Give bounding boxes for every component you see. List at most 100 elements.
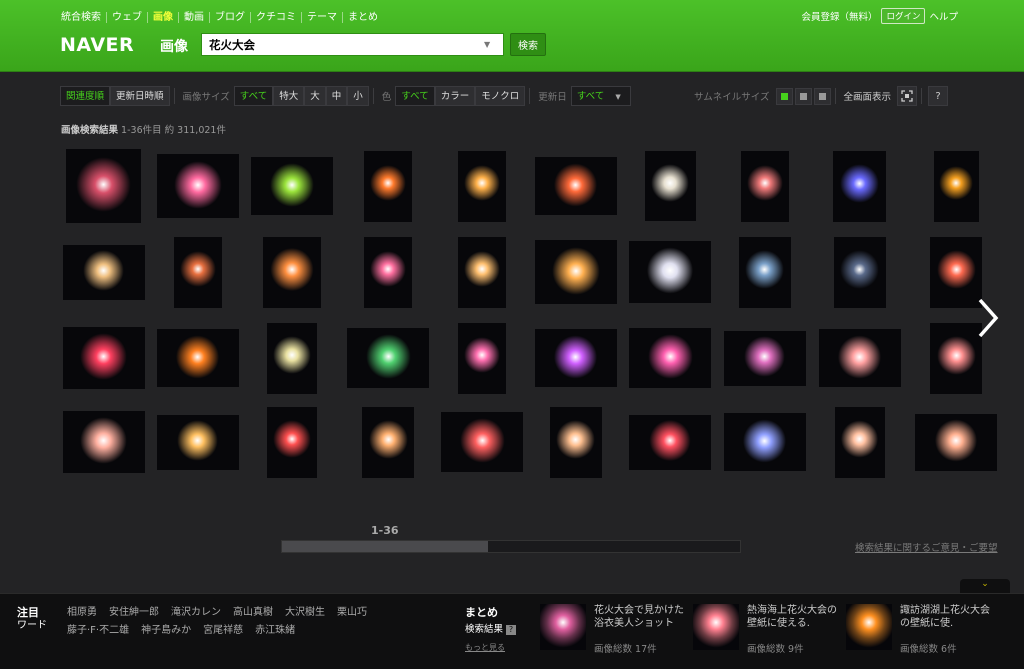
trending-word[interactable]: 藤子·F·不二雄 (67, 625, 129, 636)
image-thumbnail[interactable] (263, 236, 321, 308)
image-thumbnail[interactable] (62, 327, 145, 389)
thumb-small-button[interactable] (775, 87, 793, 105)
size-s-button[interactable]: 小 (347, 86, 369, 106)
image-thumbnail[interactable] (930, 236, 982, 308)
nav-item[interactable]: ウェブ (107, 12, 148, 23)
naver-logo[interactable]: NAVER (60, 34, 134, 56)
image-thumbnail[interactable] (723, 413, 806, 471)
trending-word[interactable]: 宮尾祥慈 (203, 625, 243, 636)
fullscreen-label[interactable]: 全画面表示 (840, 89, 896, 103)
image-thumbnail[interactable] (251, 157, 333, 215)
search-input[interactable] (202, 37, 482, 52)
matome-title: まとめ (465, 606, 498, 619)
nav-item[interactable]: 画像 (148, 12, 179, 23)
color-all-button[interactable]: すべて (395, 86, 435, 106)
firework-graphic (464, 165, 500, 202)
search-button[interactable]: 検索 (510, 33, 546, 56)
page-scrollbar[interactable] (281, 540, 741, 553)
trending-word[interactable]: 安住紳一郎 (109, 607, 159, 618)
image-thumbnail[interactable] (629, 328, 711, 388)
sort-updated-button[interactable]: 更新日時順 (110, 86, 170, 106)
image-thumbnail[interactable] (458, 322, 506, 394)
trending-word[interactable]: 栗山巧 (337, 607, 367, 618)
help-button[interactable]: ? (928, 86, 949, 106)
color-mono-button[interactable]: モノクロ (475, 86, 526, 106)
thumb-medium-button[interactable] (794, 87, 812, 105)
size-m-button[interactable]: 中 (325, 86, 348, 106)
nav-item[interactable]: クチコミ (251, 12, 302, 23)
image-thumbnail[interactable] (441, 412, 523, 472)
trending-word[interactable]: 滝沢カレン (171, 607, 221, 618)
trending-word[interactable]: 相原勇 (67, 607, 97, 618)
result-title: 画像検索結果 (61, 125, 119, 136)
register-link[interactable]: 会員登録（無料） (801, 9, 877, 23)
matome-card-title[interactable]: 熱海海上花火大会の壁紙に使える. (747, 604, 843, 630)
size-l-button[interactable]: 大 (304, 86, 326, 106)
login-button[interactable]: ログイン (881, 8, 926, 24)
feedback-link[interactable]: 検索結果に関するご意見・ご要望 (855, 540, 998, 554)
size-all-button[interactable]: すべて (233, 86, 274, 106)
size-xl-button[interactable]: 特大 (273, 86, 305, 106)
image-thumbnail[interactable] (629, 241, 711, 303)
image-thumbnail[interactable] (362, 406, 414, 478)
trending-word[interactable]: 神子島みか (141, 625, 191, 636)
image-thumbnail[interactable] (738, 236, 791, 308)
matome-more-link[interactable]: もっと見る (465, 642, 505, 653)
matome-thumbnail[interactable] (540, 604, 586, 650)
color-color-button[interactable]: カラー (434, 86, 476, 106)
matome-card-title[interactable]: 花火大会で見かけた浴衣美人ショット (594, 604, 690, 630)
fullscreen-icon[interactable] (897, 86, 918, 106)
matome-thumbnail[interactable] (693, 604, 739, 650)
nav-item[interactable]: まとめ (343, 12, 383, 23)
image-thumbnail[interactable] (364, 150, 412, 222)
image-thumbnail[interactable] (930, 322, 982, 394)
image-thumbnail[interactable] (933, 150, 979, 222)
image-thumbnail[interactable] (549, 406, 602, 478)
image-thumbnail[interactable] (364, 236, 412, 308)
sort-relevance-button[interactable]: 関連度順 (60, 86, 111, 106)
help-link[interactable]: ヘルプ (929, 9, 958, 23)
image-thumbnail[interactable] (740, 150, 789, 222)
nav-item[interactable]: ブログ (210, 12, 251, 23)
image-thumbnail[interactable] (644, 151, 696, 221)
image-thumbnail[interactable] (267, 322, 317, 394)
image-thumbnail[interactable] (458, 236, 506, 308)
matome-card-title[interactable]: 諏訪湖湖上花火大会の壁紙に使. (900, 604, 996, 630)
nav-item[interactable]: 動画 (179, 12, 210, 23)
date-select[interactable]: すべて ▼ (570, 86, 631, 106)
image-thumbnail[interactable] (534, 157, 617, 215)
image-thumbnail[interactable] (156, 414, 239, 470)
firework-graphic (746, 165, 783, 202)
nav-item[interactable]: 統合検索 (61, 12, 107, 23)
trending-word[interactable]: 大沢樹生 (285, 607, 325, 618)
next-page-chevron-icon[interactable] (976, 296, 1000, 340)
image-thumbnail[interactable] (347, 328, 429, 388)
bottom-panel-toggle-icon[interactable]: ⌄ (960, 579, 1010, 594)
trending-word[interactable]: 高山真樹 (233, 607, 273, 618)
image-thumbnail[interactable] (834, 406, 885, 478)
page-scrollbar-thumb[interactable] (282, 541, 489, 552)
image-thumbnail[interactable] (62, 411, 145, 473)
image-thumbnail[interactable] (173, 236, 222, 308)
image-thumbnail[interactable] (534, 329, 617, 387)
matome-thumbnail[interactable] (846, 604, 892, 650)
firework-graphic (649, 420, 691, 462)
image-thumbnail[interactable] (458, 150, 506, 222)
thumb-large-button[interactable] (813, 87, 831, 105)
nav-item[interactable]: テーマ (302, 12, 343, 23)
image-thumbnail[interactable] (267, 406, 317, 478)
image-thumbnail[interactable] (723, 330, 806, 386)
matome-help-icon[interactable]: ? (506, 625, 517, 635)
image-thumbnail[interactable] (833, 236, 886, 308)
image-thumbnail[interactable] (915, 413, 997, 471)
image-thumbnail[interactable] (833, 150, 886, 222)
image-thumbnail[interactable] (156, 329, 239, 387)
image-thumbnail[interactable] (62, 244, 145, 300)
image-thumbnail[interactable] (156, 154, 239, 218)
image-thumbnail[interactable] (818, 329, 901, 387)
search-dropdown-icon[interactable]: ▼ (484, 40, 490, 49)
image-thumbnail[interactable] (534, 240, 617, 304)
image-thumbnail[interactable] (66, 149, 141, 223)
trending-word[interactable]: 赤江珠緒 (255, 625, 295, 636)
image-thumbnail[interactable] (629, 414, 711, 470)
